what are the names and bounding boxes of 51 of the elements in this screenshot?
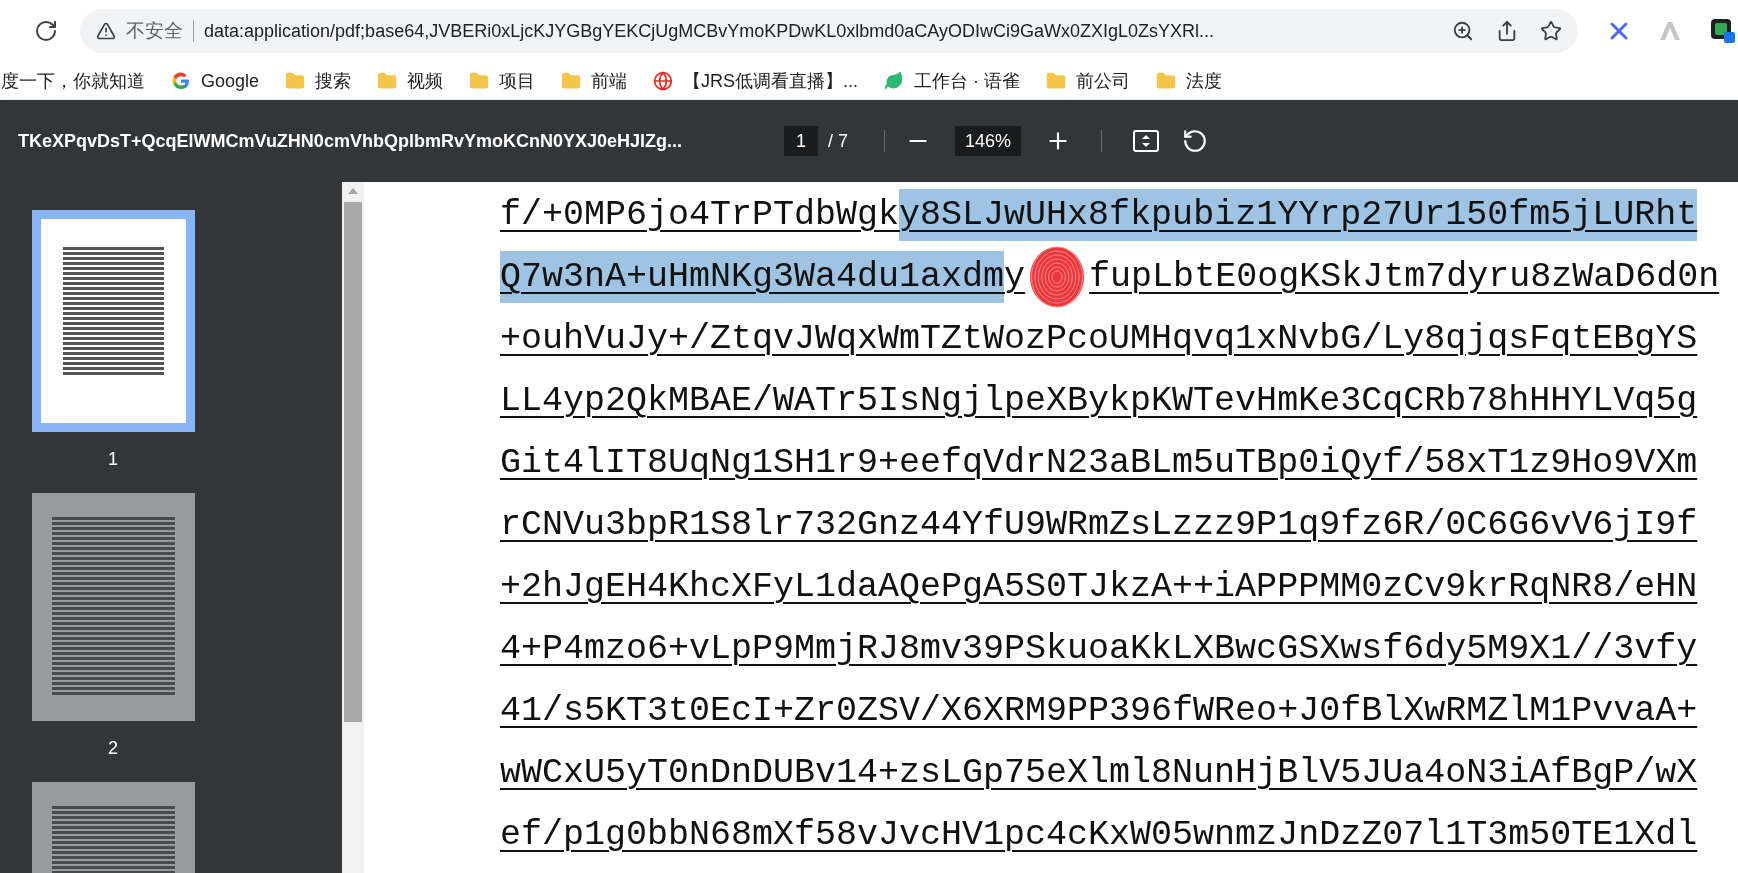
text-line: ef/p1g0bbN68mXf58vJvcHV1pc4cKxW05wnmzJnDzZ07l1T3m50TE1Xdl [500, 813, 1698, 857]
g-logo-icon [171, 71, 191, 91]
address-text: data:application/pdf;base64,JVBERi0xLjcKJYGBgYEKCjUgMCBvYmoKPDwKL0xlbmd0aCAyODIwCi9GaWx0ZXIgL0ZsYXRl... [204, 19, 1216, 43]
scrollbar[interactable] [342, 182, 364, 873]
bookmark-item[interactable]: 工作台 · 语雀 [884, 67, 1021, 95]
text-line: 4+P4mzo6+vLpP9MmjRJ8mv39PSkuoaKkLXBwcGSXwsf6dy5M9X1//3vfy [500, 627, 1698, 671]
text-line: wWCxU5yT0nDnDUBv14+zsLGp75eXlml8NunHjBlV5JUa4oN3iAfBgP/wX [500, 751, 1698, 795]
text-line: Git4lIT8UqNg1SH1r9+eefqVdrN23aBLm5uTBp0iQyf/58xT1z9Ho9VXm [500, 441, 1698, 485]
warning-icon [96, 21, 116, 41]
text-line: 41/s5KT3t0EcI+Zr0ZSV/X6XRM9PP396fWReo+J0fBlXwRMZlM1PvvaA+ [500, 689, 1698, 733]
bookmark-item[interactable]: 【JRS低调看直播】... [653, 67, 859, 95]
text-line: rCNVu3bpR1S8lr732Gnz44YfU9WRmZsLzzz9P1q9fz6R/0C6G6vV6jI9f [500, 503, 1698, 547]
fingerprint-drawing [1029, 246, 1086, 308]
globe-icon [653, 71, 674, 91]
zoom-icon[interactable] [1452, 20, 1474, 42]
leaf-icon [884, 71, 905, 91]
rotate-icon[interactable] [1182, 128, 1208, 154]
folder-icon [377, 71, 398, 91]
bookmark-item[interactable]: 视频 [377, 67, 444, 95]
fit-page-icon[interactable] [1132, 129, 1160, 153]
bookmark-item[interactable]: 项目 [469, 67, 536, 95]
folder-icon [561, 71, 582, 91]
bookmark-item[interactable]: 前公司 [1046, 67, 1131, 95]
share-icon[interactable] [1496, 20, 1518, 42]
bookmark-item[interactable]: 度一下，你就知道 [1, 67, 145, 95]
bookmark-item[interactable]: 搜索 [285, 67, 352, 95]
text-line: +ouhVuJy+/ZtqvJWqxWmTZtWozPcoUMHqvq1xNvbG/Ly8qjqsFqtEBgYS [500, 317, 1698, 361]
page-number-label: 2 [108, 737, 118, 760]
folder-icon [1156, 71, 1177, 91]
zoom-level-field[interactable]: 146% [955, 126, 1021, 156]
text-line: +2hJgEH4KhcXFyL1daAQePgA5S0TJkzA++iAPPPMM0zCv9krRqNR8/eHN [500, 565, 1698, 609]
page-number-label: 1 [108, 448, 118, 471]
bookmark-item[interactable]: 前端 [561, 67, 628, 95]
text-line: f/+0MP6jo4TrPTdbWgky8SLJwUHx8fkpubiz1YYrp27Ur150fm5jLURht [500, 188, 1698, 242]
bookmark-item[interactable]: Google [171, 67, 260, 95]
document-title: TKeXPqvDsT+QcqElWMCmVuZHN0cmVhbQplbmRvYmoKCnN0YXJ0eHJlZg... [18, 129, 683, 153]
page-thumbnail[interactable] [31, 210, 195, 432]
folder-icon [285, 71, 306, 91]
address-bar[interactable]: 不安全 data:application/pdf;base64,JVBERi0xLjcKJYGBgYEKCjUgMCBvYmoKPDwKL0xlbmd0aCAyODIwCi9GaWx0ZXIgL0ZsYXRl... [80, 9, 1578, 53]
folder-icon [469, 71, 490, 91]
extension-icon[interactable] [1710, 18, 1736, 44]
folder-icon [1046, 71, 1067, 91]
text-line: LL4yp2QkMBAE/WATr5IsNgjlpeXBykpKWTevHmKe3CqCRb78hHHYLVq5g [500, 379, 1698, 423]
text-line: Q7w3nA+uHmNKg3Wa4du1axdmy fupLbtE0ogKSkJtm7dyru8zWaD6d0n [500, 246, 1720, 308]
security-label: 不安全 [126, 18, 183, 43]
page-thumbnail[interactable] [31, 493, 195, 721]
reload-icon[interactable] [34, 19, 58, 43]
page-number-field[interactable]: 1 [784, 126, 818, 156]
page-total: / 7 [828, 129, 848, 153]
bookmark-item[interactable]: 法度 [1156, 67, 1223, 95]
star-icon[interactable] [1540, 20, 1562, 42]
